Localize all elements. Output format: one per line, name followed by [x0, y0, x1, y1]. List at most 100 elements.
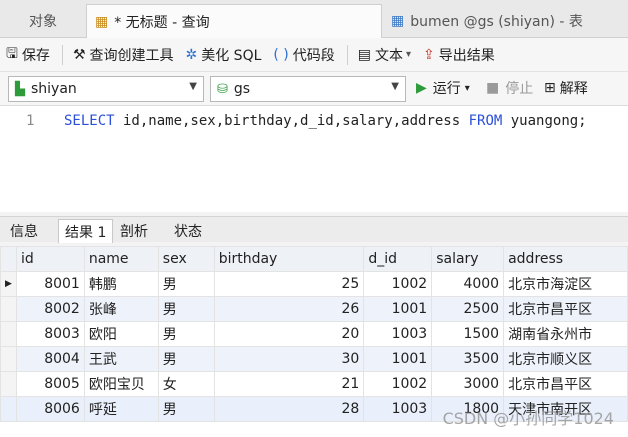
tab-result-1[interactable]: 结果 1 — [58, 219, 114, 243]
cell-birthday[interactable]: 28 — [213, 396, 365, 422]
row-marker — [0, 321, 17, 347]
row-marker — [0, 346, 17, 372]
cell-address[interactable]: 北京市昌平区 — [503, 296, 628, 322]
column-header[interactable]: id — [15, 246, 85, 272]
code-snippet-button[interactable]: ( ) 代码段 — [273, 45, 334, 65]
save-button[interactable]: 🖫 保存 — [6, 43, 50, 67]
table-row[interactable]: 8004 王武 男 30 1001 3500 北京市顺义区 — [0, 346, 628, 372]
cell-birthday[interactable]: 26 — [213, 296, 365, 322]
text-label: 文本 — [375, 47, 403, 64]
sql-columns: id,name,sex,birthday,d_id,salary,address — [114, 113, 469, 129]
cell-birthday[interactable]: 30 — [213, 346, 365, 372]
document-icon: ▤ — [357, 46, 371, 63]
text-button[interactable]: ▤ 文本 — [358, 45, 411, 65]
cell-name[interactable]: 张峰 — [83, 296, 159, 322]
cell-id[interactable]: 8004 — [15, 346, 85, 372]
explain-label: 解释 — [559, 81, 588, 97]
table-row[interactable]: 8002 张峰 男 26 1001 2500 北京市昌平区 — [0, 296, 628, 322]
beautify-sql-label: 美化 SQL — [201, 47, 262, 64]
cell-id[interactable]: 8006 — [15, 396, 85, 422]
play-icon: ▶ — [416, 80, 427, 96]
cell-sex[interactable]: 男 — [157, 271, 215, 297]
cell-address[interactable]: 北京市顺义区 — [503, 346, 628, 372]
cell-id[interactable]: 8001 — [15, 271, 85, 297]
tab-result-1-label: 结果 1 — [65, 224, 107, 241]
toolbar-divider — [346, 44, 348, 65]
cell-sex[interactable]: 男 — [157, 296, 215, 322]
cell-id[interactable]: 8005 — [15, 371, 85, 397]
cell-name[interactable]: 呼延 — [83, 396, 159, 422]
result-grid[interactable]: id name sex birthday d_id salary address… — [0, 246, 628, 437]
row-marker — [0, 371, 17, 397]
table-row[interactable]: 8003 欧阳 男 20 1003 1500 湖南省永州市 — [0, 321, 628, 347]
database-select[interactable]: ⛁ gs ▼ — [210, 76, 406, 102]
sql-keyword-select: SELECT — [64, 113, 115, 129]
table-row[interactable]: 8005 欧阳宝贝 女 21 1002 3000 北京市昌平区 — [0, 371, 628, 397]
beautify-sql-button[interactable]: ✲ 美化 SQL — [186, 45, 262, 65]
tab-strip: 对象 ▦ * 无标题 - 查询 ▦ bumen @gs (shiyan) - 表 — [0, 0, 628, 38]
stop-button[interactable]: ■ 停止 — [486, 78, 533, 98]
query-toolbar: 🖫 保存 ⚒ 查询创建工具 ✲ 美化 SQL ( ) 代码段 ▤ 文本 ⇪ 导出… — [0, 38, 628, 72]
column-header[interactable]: address — [503, 246, 628, 272]
export-results-button[interactable]: ⇪ 导出结果 — [423, 45, 495, 65]
cell-birthday[interactable]: 20 — [213, 321, 365, 347]
cell-id[interactable]: 8003 — [15, 321, 85, 347]
cell-name[interactable]: 王武 — [83, 346, 159, 372]
sql-editor[interactable]: 1 SELECT id,name,sex,birthday,d_id,salar… — [0, 106, 628, 212]
watermark: CSDN @小孙同学1024 — [442, 409, 614, 428]
cell-d-id[interactable]: 1003 — [363, 321, 433, 347]
column-header[interactable]: sex — [157, 246, 215, 272]
cell-sex[interactable]: 男 — [157, 396, 215, 422]
cell-address[interactable]: 北京市昌平区 — [503, 371, 628, 397]
cell-birthday[interactable]: 25 — [213, 271, 365, 297]
column-header[interactable]: d_id — [363, 246, 433, 272]
cell-sex[interactable]: 女 — [157, 371, 215, 397]
cell-name[interactable]: 韩鹏 — [83, 271, 159, 297]
run-label: 运行 — [432, 81, 461, 97]
current-row-icon: ▶ — [0, 271, 17, 297]
cell-d-id[interactable]: 1002 — [363, 371, 433, 397]
cell-d-id[interactable]: 1002 — [363, 271, 433, 297]
cell-d-id[interactable]: 1001 — [363, 346, 433, 372]
tab-objects[interactable]: 对象 — [0, 4, 86, 38]
explain-button[interactable]: ⊞ 解释 — [544, 78, 588, 98]
tab-info[interactable]: 信息 — [4, 219, 44, 243]
column-header[interactable]: salary — [431, 246, 505, 272]
sql-keyword-from: FROM — [468, 113, 503, 129]
cell-address[interactable]: 湖南省永州市 — [503, 321, 628, 347]
tab-info-label: 信息 — [10, 224, 38, 240]
cell-name[interactable]: 欧阳 — [83, 321, 159, 347]
tab-profile[interactable]: 剖析 — [114, 219, 154, 243]
cell-salary[interactable]: 1500 — [431, 321, 505, 347]
result-tabs: 信息 结果 1 剖析 状态 — [0, 216, 628, 243]
cell-salary[interactable]: 3500 — [431, 346, 505, 372]
cell-salary[interactable]: 2500 — [431, 296, 505, 322]
header-row: id name sex birthday d_id salary address — [0, 246, 628, 272]
tab-status[interactable]: 状态 — [168, 219, 208, 243]
column-header[interactable]: name — [83, 246, 159, 272]
cell-salary[interactable]: 3000 — [431, 371, 505, 397]
query-builder-button[interactable]: ⚒ 查询创建工具 — [73, 45, 174, 65]
cell-address[interactable]: 北京市海淀区 — [503, 271, 628, 297]
cell-sex[interactable]: 男 — [157, 321, 215, 347]
run-button[interactable]: ▶ 运行 ▾ — [416, 78, 470, 98]
cell-d-id[interactable]: 1003 — [363, 396, 433, 422]
cell-sex[interactable]: 男 — [157, 346, 215, 372]
cell-d-id[interactable]: 1001 — [363, 296, 433, 322]
sql-code-line[interactable]: SELECT id,name,sex,birthday,d_id,salary,… — [64, 113, 587, 129]
stop-icon: ■ — [486, 80, 500, 96]
sql-table: yuangong; — [502, 113, 587, 129]
cell-birthday[interactable]: 21 — [213, 371, 365, 397]
table-row[interactable]: ▶ 8001 韩鹏 男 25 1002 4000 北京市海淀区 — [0, 271, 628, 297]
column-header[interactable]: birthday — [213, 246, 365, 272]
cell-name[interactable]: 欧阳宝贝 — [83, 371, 159, 397]
cell-salary[interactable]: 4000 — [431, 271, 505, 297]
tab-query[interactable]: ▦ * 无标题 - 查询 — [86, 4, 382, 38]
connection-select[interactable]: ▙ shiyan ▼ — [8, 76, 204, 102]
save-label: 保存 — [21, 47, 50, 64]
cell-id[interactable]: 8002 — [15, 296, 85, 322]
row-marker — [0, 396, 17, 422]
tab-table[interactable]: ▦ bumen @gs (shiyan) - 表 — [383, 4, 628, 38]
query-icon: ▦ — [95, 13, 109, 30]
connection-value: shiyan — [31, 81, 77, 97]
